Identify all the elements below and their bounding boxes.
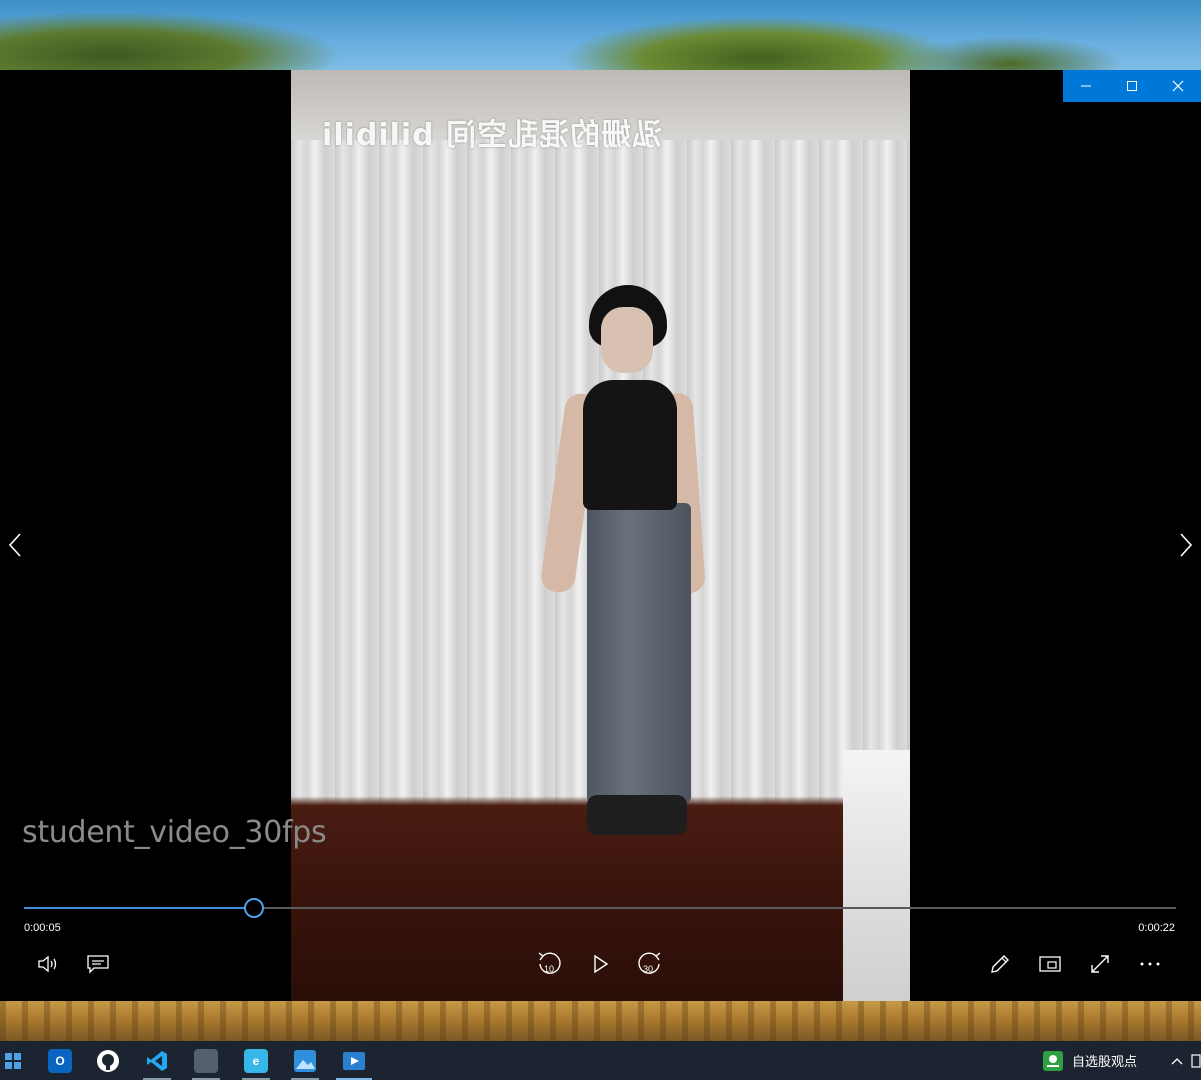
video-title: student_video_30fps — [22, 815, 327, 850]
ime-icon — [1191, 1053, 1201, 1068]
forward-button[interactable]: 30 — [633, 947, 667, 981]
mini-view-icon — [1039, 956, 1061, 972]
desktop-wallpaper-top — [0, 0, 1201, 70]
chevron-up-icon — [1171, 1057, 1183, 1064]
browser-icon: e — [244, 1048, 268, 1073]
maximize-icon — [1127, 81, 1137, 91]
app-icon — [194, 1048, 218, 1073]
mini-view-button[interactable] — [1033, 947, 1067, 981]
volume-button[interactable] — [31, 947, 65, 981]
chevron-left-icon — [8, 533, 21, 557]
taskbar-browser[interactable]: e — [232, 1041, 280, 1080]
captions-button[interactable] — [81, 947, 115, 981]
taskbar-github[interactable] — [84, 1041, 132, 1080]
minimize-icon — [1081, 85, 1091, 87]
tray-stock-widget[interactable]: 自选股观点 — [1042, 1041, 1137, 1080]
taskbar: O e 自选股观点 — [0, 1041, 1201, 1080]
next-button[interactable] — [1171, 520, 1201, 570]
video-subject — [539, 285, 721, 865]
previous-button[interactable] — [0, 520, 30, 570]
svg-text:10: 10 — [544, 964, 554, 974]
maximize-button[interactable] — [1109, 70, 1155, 102]
edit-button[interactable] — [983, 947, 1017, 981]
desktop-wallpaper-bottom — [0, 1001, 1201, 1041]
photos-icon — [294, 1049, 316, 1072]
taskbar-outlook[interactable]: O — [36, 1041, 84, 1080]
seek-bar[interactable] — [24, 898, 1176, 918]
close-icon — [1172, 80, 1184, 92]
title-bar-buttons — [1063, 70, 1201, 102]
rewind-button[interactable]: 10 — [532, 947, 566, 981]
video-watermark: 泓姗的混乱空间 bilibili — [321, 118, 663, 153]
volume-icon — [38, 955, 57, 973]
total-time: 0:00:22 — [1138, 922, 1175, 934]
rewind-10-icon: 10 — [538, 952, 561, 974]
close-button[interactable] — [1155, 70, 1201, 102]
seek-progress — [24, 907, 255, 909]
outlook-icon: O — [48, 1048, 72, 1073]
forward-30-icon: 30 — [638, 952, 661, 974]
tray-ime-indicator[interactable] — [1191, 1041, 1201, 1080]
video-player-window: 泓姗的混乱空间 bilibili student_video_30fps 0:0… — [0, 70, 1201, 1001]
start-button[interactable] — [0, 1041, 26, 1080]
tray-overflow-button[interactable] — [1170, 1041, 1184, 1080]
play-button[interactable] — [583, 947, 617, 981]
captions-icon — [87, 955, 109, 974]
taskbar-photos[interactable] — [281, 1041, 329, 1080]
taskbar-video-player[interactable] — [330, 1041, 378, 1080]
github-icon — [97, 1049, 119, 1072]
seek-thumb[interactable] — [244, 898, 265, 918]
elapsed-time: 0:00:05 — [24, 922, 61, 934]
taskbar-app[interactable] — [182, 1041, 230, 1080]
taskbar-vscode[interactable] — [133, 1041, 181, 1080]
play-icon — [594, 954, 609, 974]
minimize-button[interactable] — [1063, 70, 1109, 102]
video-furniture — [843, 750, 910, 1001]
svg-text:30: 30 — [643, 964, 653, 974]
video-frame[interactable]: 泓姗的混乱空间 bilibili — [291, 70, 910, 1001]
fullscreen-icon — [1091, 955, 1109, 973]
start-icon — [5, 1052, 21, 1069]
vscode-icon — [147, 1050, 167, 1071]
more-options-button[interactable] — [1133, 947, 1167, 981]
tray-widget-label: 自选股观点 — [1072, 1054, 1138, 1069]
fullscreen-button[interactable] — [1083, 947, 1117, 981]
pencil-icon — [991, 955, 1009, 973]
stock-widget-icon — [1043, 1050, 1063, 1071]
chevron-right-icon — [1180, 533, 1193, 557]
video-player-icon — [343, 1051, 365, 1070]
more-icon — [1140, 962, 1160, 966]
